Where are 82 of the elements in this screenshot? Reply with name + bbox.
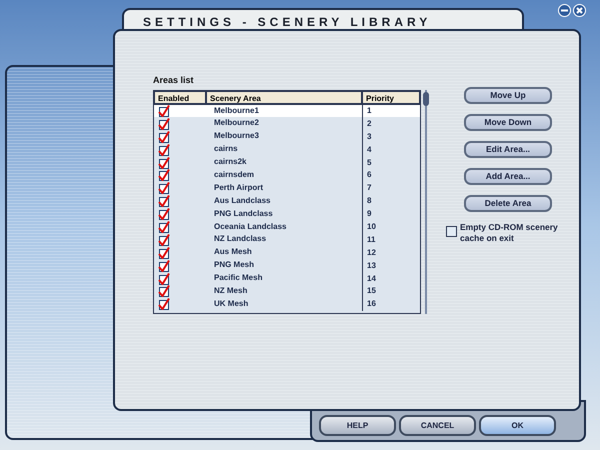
enabled-checkbox[interactable]	[158, 298, 170, 310]
table-cell-text: 8	[366, 195, 372, 208]
table-row[interactable]: Pacific Mesh 14	[154, 272, 420, 285]
table-row[interactable]: cairnsdem 6	[154, 168, 420, 182]
enabled-checkbox[interactable]	[158, 169, 170, 182]
enabled-checkbox[interactable]	[158, 182, 170, 194]
table-cell-text: 12	[366, 246, 376, 259]
table-row[interactable]: Aus Landclass 8	[154, 194, 420, 208]
table-cell: cairnsdem	[207, 168, 363, 182]
table-row[interactable]: Melbourne3 3	[154, 130, 420, 144]
enabled-checkbox[interactable]	[158, 144, 170, 156]
enabled-checkbox[interactable]	[158, 234, 170, 246]
table-cell: Melbourne2	[207, 117, 363, 130]
dialog-button[interactable]: CANCEL	[399, 415, 476, 436]
table-cell: cairns	[207, 143, 363, 156]
column-header[interactable]: Scenery Area	[206, 90, 362, 104]
action-button[interactable]: Add Area...	[464, 168, 552, 185]
table-cell-text: 9	[366, 208, 372, 220]
areas-list-label: Areas list	[153, 74, 195, 87]
table-row[interactable]: Oceania Landclass 10	[154, 220, 420, 234]
enabled-checkbox[interactable]	[158, 220, 170, 233]
action-button[interactable]: Edit Area...	[464, 141, 552, 158]
column-header[interactable]: Priority	[362, 90, 420, 104]
scrollbar[interactable]	[422, 90, 430, 314]
table-cell-text: 7	[366, 182, 372, 194]
enabled-checkbox[interactable]	[158, 156, 170, 168]
window-title: SETTINGS - SCENERY LIBRARY	[143, 14, 432, 31]
table-row[interactable]: Melbourne2 2	[154, 117, 420, 130]
enabled-checkbox[interactable]	[158, 285, 170, 298]
enabled-checkbox[interactable]	[158, 195, 170, 208]
enabled-checkbox[interactable]	[158, 104, 170, 117]
action-button[interactable]: Move Up	[464, 87, 552, 104]
dialog-button[interactable]: OK	[479, 415, 556, 436]
table-row[interactable]: NZ Landclass 11	[154, 233, 420, 246]
table-cell-text: 10	[366, 220, 376, 233]
table-cell: cairns2k	[207, 156, 363, 169]
table-cell-text: 4	[366, 144, 372, 156]
table-cell-text: 5	[366, 156, 372, 168]
table-cell-text: 16	[366, 298, 376, 310]
table-cell: NZ Mesh	[207, 284, 363, 298]
table-cell-text: 13	[366, 260, 376, 272]
action-button[interactable]: Move Down	[464, 114, 552, 131]
minimize-icon[interactable]	[558, 4, 571, 17]
enabled-checkbox[interactable]	[158, 260, 170, 272]
enabled-checkbox[interactable]	[158, 246, 170, 259]
table-row[interactable]: PNG Mesh 13	[154, 259, 420, 272]
cache-label: Empty CD-ROM scenery cache on exit	[460, 222, 559, 244]
table-row[interactable]: Perth Airport 7	[154, 182, 420, 195]
table-cell-text: 1	[366, 104, 372, 117]
table-row[interactable]: Melbourne1 1	[154, 104, 420, 118]
enabled-checkbox[interactable]	[158, 208, 170, 220]
enabled-checkbox[interactable]	[158, 118, 170, 130]
table-cell: Pacific Mesh	[207, 272, 363, 285]
close-icon[interactable]	[573, 4, 586, 17]
table-cell: PNG Mesh	[207, 259, 363, 272]
table-cell: Aus Landclass	[207, 194, 363, 208]
table-cell: PNG Landclass	[207, 208, 363, 221]
table-cell: NZ Landclass	[207, 233, 363, 246]
table-cell-text: 14	[366, 272, 376, 285]
column-header[interactable]: Enabled	[154, 90, 206, 104]
table-cell-text: 2	[366, 118, 372, 130]
enabled-checkbox[interactable]	[158, 272, 170, 285]
table-cell-text: 11	[366, 234, 376, 246]
dialog-button[interactable]: HELP	[319, 415, 396, 436]
table-row[interactable]: cairns2k 5	[154, 156, 420, 169]
table-row[interactable]: UK Mesh 16	[154, 298, 420, 311]
table-row[interactable]: cairns 4	[154, 143, 420, 156]
table-cell: Aus Mesh	[207, 246, 363, 260]
enabled-checkbox[interactable]	[158, 130, 170, 143]
table-cell: Perth Airport	[207, 182, 363, 195]
table-cell-text: 3	[366, 130, 372, 143]
cache-checkbox[interactable]	[446, 226, 457, 237]
table-row[interactable]: Aus Mesh 12	[154, 246, 420, 260]
table-cell: Melbourne1	[207, 104, 363, 118]
table-cell-text: 6	[366, 169, 372, 182]
table-cell: Melbourne3	[207, 130, 363, 144]
table-cell-text: 15	[366, 285, 376, 298]
table-row[interactable]: PNG Landclass 9	[154, 208, 420, 221]
table-cell: Oceania Landclass	[207, 220, 363, 234]
table-cell: UK Mesh	[207, 298, 363, 311]
action-button[interactable]: Delete Area	[464, 195, 552, 212]
table-row[interactable]: NZ Mesh 15	[154, 284, 420, 298]
